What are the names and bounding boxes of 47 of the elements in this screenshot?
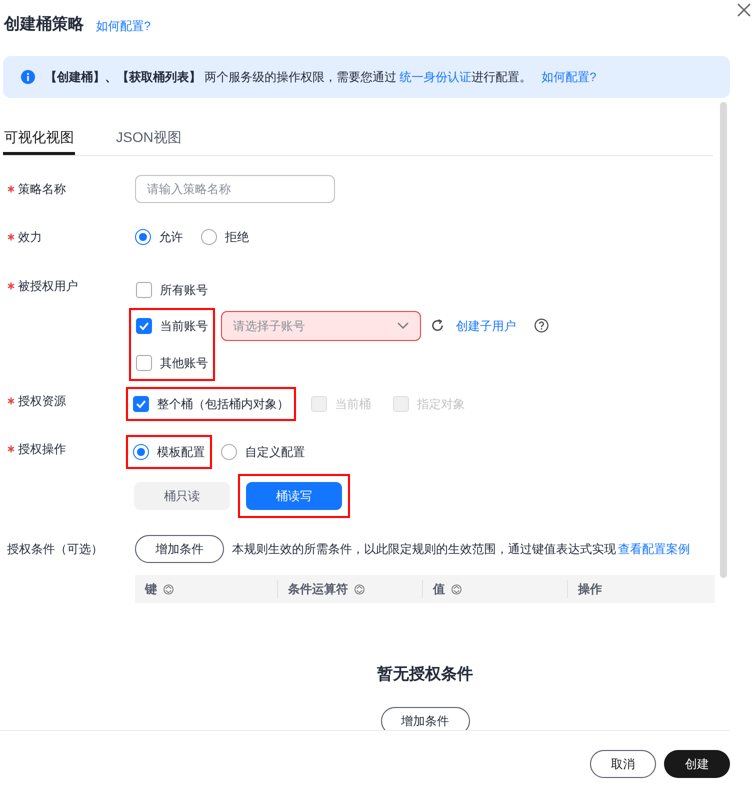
create-button[interactable]: 创建: [664, 750, 730, 778]
empty-state-text: 暂无授权条件: [377, 664, 473, 685]
help-link[interactable]: 如何配置?: [96, 16, 151, 36]
refresh-icon[interactable]: [430, 318, 445, 333]
iam-link[interactable]: 统一身份认证: [400, 70, 472, 84]
condition-description: 本规则生效的所需条件，以此限定规则的生效范围，通过键值表达式实现: [232, 541, 616, 558]
name-input[interactable]: 请输入策略名称: [135, 175, 335, 203]
example-link[interactable]: 查看配置案例: [618, 540, 690, 558]
chevron-down-icon: [397, 322, 409, 330]
view-tab[interactable]: 可视化视图: [3, 123, 75, 155]
column-header[interactable]: 操作: [578, 580, 602, 598]
create-subuser-link[interactable]: 创建子用户: [456, 317, 516, 335]
column-header[interactable]: 条件运算符: [288, 580, 348, 598]
effect-radio[interactable]: 拒绝: [197, 223, 253, 251]
notice-text: 【创建桶】、【获取桶列表】 两个服务级的操作权限，需要您通过 统一身份认证进行配置。: [45, 69, 532, 86]
cancel-button[interactable]: 取消: [590, 750, 656, 778]
field-label: 授权操作: [18, 441, 66, 458]
column-header[interactable]: 键: [145, 580, 157, 598]
close-button[interactable]: [736, 2, 752, 18]
add-condition-button[interactable]: 增加条件: [135, 535, 224, 563]
add-condition-button[interactable]: 增加条件: [380, 707, 470, 730]
help-link[interactable]: 如何配置?: [542, 68, 596, 86]
account-checkbox[interactable]: 其他账号: [132, 349, 212, 377]
field-label: 授权资源: [18, 393, 66, 410]
field-label: 效力: [18, 229, 42, 246]
view-tab[interactable]: JSON视图: [115, 123, 182, 155]
dialog-title: 创建桶策略: [4, 14, 84, 35]
column-header[interactable]: 值: [433, 580, 445, 598]
check-icon: [138, 320, 150, 332]
sort-icon[interactable]: [354, 584, 365, 594]
field-label: 策略名称: [18, 181, 66, 198]
operation-radio[interactable]: 自定义配置: [217, 438, 309, 466]
operation-radio[interactable]: 模板配置: [129, 438, 209, 466]
effect-radio[interactable]: 允许: [131, 223, 187, 251]
template-button[interactable]: 桶只读: [134, 482, 230, 510]
field-label: 被授权用户: [18, 278, 78, 295]
resource-checkbox[interactable]: 整个桶（包括桶内对象）: [129, 390, 293, 418]
account-checkbox[interactable]: 当前账号: [132, 312, 212, 340]
field-label: 授权条件（可选）: [7, 541, 103, 558]
account-checkbox[interactable]: 所有账号: [132, 276, 212, 304]
template-button[interactable]: 桶读写: [246, 482, 342, 510]
sort-icon[interactable]: [451, 584, 462, 594]
info-icon: [21, 70, 35, 84]
help-icon[interactable]: [534, 318, 549, 333]
scrollbar[interactable]: [720, 102, 727, 578]
sort-icon[interactable]: [163, 584, 174, 594]
check-icon: [135, 398, 147, 410]
